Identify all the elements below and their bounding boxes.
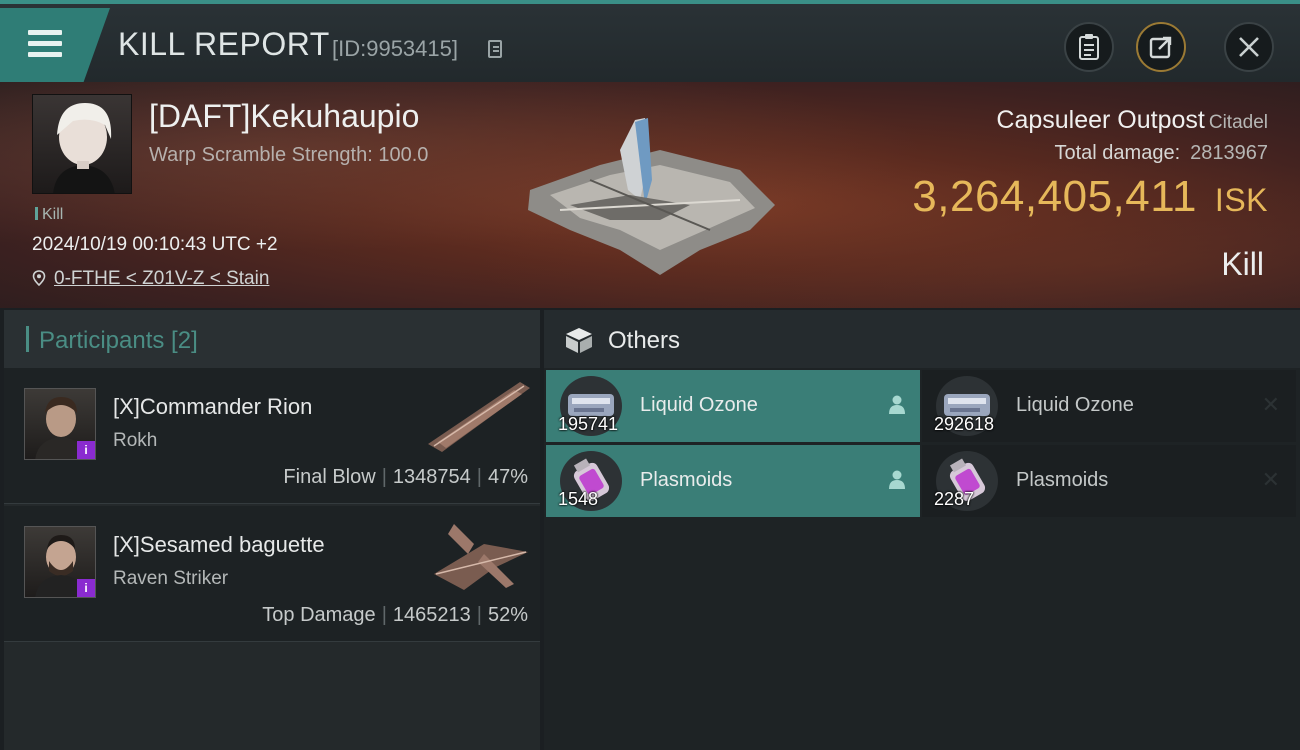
cube-icon bbox=[566, 328, 592, 353]
close-icon bbox=[1239, 37, 1259, 57]
menu-button[interactable] bbox=[0, 8, 110, 82]
participant-ship: Raven Striker bbox=[113, 568, 229, 589]
participant-percent: 47% bbox=[487, 466, 528, 488]
target-class: Citadel bbox=[1208, 112, 1268, 133]
kill-tag: Kill bbox=[35, 206, 63, 224]
location-pin-icon bbox=[32, 270, 46, 286]
participant-stats: Top Damage | 1465213 | 52% bbox=[262, 604, 528, 626]
item-quantity: 292618 bbox=[934, 414, 995, 434]
top-bar: KILL REPORT [ID:9953415] bbox=[0, 0, 1300, 82]
participant-row[interactable]: i [X]Sesamed baguette Raven Striker Top … bbox=[4, 506, 540, 642]
item-quantity: 195741 bbox=[558, 414, 619, 434]
report-id: [ID:9953415] bbox=[332, 36, 458, 61]
total-damage-label: Total damage: bbox=[1054, 142, 1181, 164]
warp-scramble-strength: Warp Scramble Strength: 100.0 bbox=[149, 144, 429, 166]
item-name: Plasmoids bbox=[640, 469, 733, 491]
others-title: Others bbox=[608, 327, 681, 354]
destroyed-x-icon: ✕ bbox=[1261, 467, 1280, 492]
others-panel: Others 195741 Liquid Ozone 292618 Liquid… bbox=[544, 310, 1300, 750]
participant-damage: 1465213 bbox=[392, 604, 471, 626]
loot-item[interactable]: 195741 Liquid Ozone bbox=[546, 370, 920, 442]
loot-item[interactable]: 292618 Liquid Ozone ✕ bbox=[922, 370, 1296, 442]
participants-panel: Participants [2] i [X]Commander Rion Rok… bbox=[4, 310, 540, 750]
person-icon[interactable] bbox=[888, 469, 906, 489]
target-type: Capsuleer Outpost Citadel bbox=[996, 106, 1268, 135]
victim-name[interactable]: [DAFT]Kekuhaupio bbox=[149, 98, 419, 135]
kill-datetime: 2024/10/19 00:10:43 UTC +2 bbox=[32, 234, 278, 255]
participant-name[interactable]: [X]Commander Rion bbox=[113, 394, 312, 420]
info-badge-icon[interactable]: i bbox=[77, 441, 95, 459]
loot-item[interactable]: 2287 Plasmoids ✕ bbox=[922, 445, 1296, 517]
destroyed-x-icon: ✕ bbox=[1261, 392, 1280, 417]
item-name: Liquid Ozone bbox=[1016, 394, 1134, 416]
item-quantity: 2287 bbox=[934, 489, 975, 509]
character-portrait-icon bbox=[53, 103, 115, 193]
structure-image bbox=[528, 118, 775, 275]
participant-name[interactable]: [X]Sesamed baguette bbox=[113, 532, 325, 558]
participant-percent: 52% bbox=[487, 604, 528, 626]
participants-header: Participants [2] bbox=[4, 310, 540, 368]
participant-stats: Final Blow | 1348754 | 47% bbox=[283, 466, 528, 488]
ship-image bbox=[434, 524, 528, 590]
info-badge-icon[interactable]: i bbox=[77, 579, 95, 597]
participant-role: Final Blow bbox=[283, 466, 376, 488]
item-quantity: 1548 bbox=[558, 489, 599, 509]
participant-role: Top Damage bbox=[262, 604, 376, 626]
close-button[interactable] bbox=[1224, 22, 1274, 72]
total-damage-value: 2813967 bbox=[1190, 142, 1268, 164]
clipboard-button[interactable] bbox=[1064, 22, 1114, 72]
isk-amount: 3,264,405,411 bbox=[912, 172, 1197, 221]
participant-row[interactable]: i [X]Commander Rion Rokh Final Blow | 1348… bbox=[4, 368, 540, 504]
ship-image bbox=[428, 382, 530, 452]
isk-value: 3,264,405,411 ISK bbox=[912, 172, 1268, 222]
participant-ship: Rokh bbox=[113, 430, 158, 451]
location-link[interactable]: 0-FTHE < Z01V-Z < Stain bbox=[54, 268, 269, 289]
victim-portrait[interactable] bbox=[32, 94, 132, 194]
clipboard-icon bbox=[1079, 34, 1099, 60]
loot-item[interactable]: 1548 Plasmoids bbox=[546, 445, 920, 517]
target-name: Capsuleer Outpost bbox=[996, 106, 1205, 134]
share-button[interactable] bbox=[1136, 22, 1186, 72]
page-title: KILL REPORT bbox=[118, 26, 330, 62]
report-kind: Kill bbox=[1221, 246, 1264, 282]
share-icon bbox=[1149, 36, 1172, 59]
isk-unit: ISK bbox=[1214, 182, 1268, 218]
menu-icon bbox=[28, 30, 62, 57]
avatar[interactable]: i bbox=[24, 388, 96, 460]
item-name: Liquid Ozone bbox=[640, 394, 758, 416]
copy-icon[interactable] bbox=[488, 40, 502, 58]
others-header: Others bbox=[544, 310, 1300, 368]
total-damage: Total damage: 2813967 bbox=[1054, 142, 1268, 165]
person-icon[interactable] bbox=[888, 394, 906, 414]
participant-damage: 1348754 bbox=[392, 466, 471, 488]
kill-location[interactable]: 0-FTHE < Z01V-Z < Stain bbox=[32, 268, 269, 290]
item-name: Plasmoids bbox=[1016, 469, 1109, 491]
victim-banner: [DAFT]Kekuhaupio Warp Scramble Strength:… bbox=[0, 82, 1300, 308]
avatar[interactable]: i bbox=[24, 526, 96, 598]
